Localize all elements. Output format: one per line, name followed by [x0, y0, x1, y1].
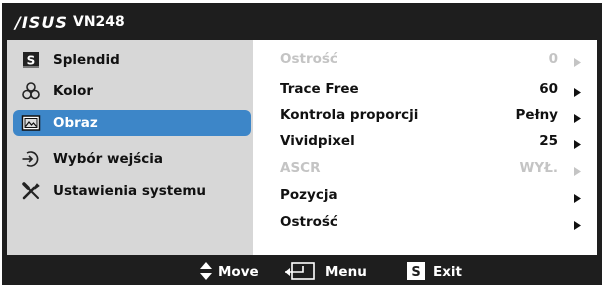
menu-label: Menu [325, 264, 367, 280]
sidebar-item-label: Obraz [53, 115, 98, 131]
color-circles-icon [21, 81, 41, 101]
chevron-right-icon [574, 55, 581, 71]
settings-list: Ostrość 0 Trace Free 60 Kontrola proporc… [255, 40, 597, 255]
exit-label: Exit [433, 264, 463, 280]
sidebar-item-kolor[interactable]: Kolor [7, 78, 253, 104]
brand-logo: /ISUS [15, 13, 68, 32]
sidebar-item-label: Kolor [53, 83, 94, 99]
sidebar: S Splendid Kolor Obraz Wybór wejścia Ust… [7, 40, 253, 255]
setting-name: Vividpixel [280, 133, 355, 149]
s-box-icon: S [407, 262, 425, 284]
chevron-right-icon [574, 137, 581, 153]
chevron-right-icon [574, 191, 581, 207]
sidebar-item-obraz[interactable]: Obraz [13, 110, 251, 136]
menu-panel: S Splendid Kolor Obraz Wybór wejścia Ust… [7, 40, 597, 255]
input-icon [21, 149, 41, 169]
svg-text:S: S [411, 265, 420, 280]
setting-name: Kontrola proporcji [280, 107, 419, 123]
setting-value: 60 [539, 81, 558, 97]
sidebar-item-ustawienia-systemu[interactable]: Ustawienia systemu [7, 178, 253, 204]
chevron-right-icon [574, 164, 581, 180]
svg-text:S: S [27, 54, 36, 68]
picture-icon [21, 113, 41, 133]
sidebar-item-splendid[interactable]: S Splendid [7, 47, 253, 73]
chevron-right-icon [574, 85, 581, 101]
up-down-arrows-icon [200, 262, 212, 284]
chevron-right-icon [574, 218, 581, 234]
setting-value: 0 [548, 51, 558, 67]
move-label: Move [218, 264, 259, 280]
setting-row-kontrola-proporcji[interactable]: Kontrola proporcji Pełny [255, 103, 597, 127]
osd-header: /ISUS VN248 [2, 3, 602, 40]
setting-name: Ostrość [280, 214, 338, 230]
setting-value: Pełny [515, 107, 558, 123]
setting-row-ostrosc-top: Ostrość 0 [255, 47, 597, 71]
sidebar-item-label: Ustawienia systemu [53, 183, 207, 199]
setting-name: Trace Free [280, 81, 359, 97]
setting-name: ASCR [280, 160, 321, 176]
setting-row-ostrosc[interactable]: Ostrość [255, 210, 597, 234]
tools-icon [21, 181, 41, 201]
setting-value: WYŁ. [519, 160, 558, 176]
setting-row-ascr: ASCR WYŁ. [255, 156, 597, 180]
setting-row-trace-free[interactable]: Trace Free 60 [255, 77, 597, 101]
sidebar-item-label: Wybór wejścia [53, 151, 164, 167]
osd-footer: Move Menu S Exit [2, 255, 602, 285]
setting-name: Pozycja [280, 187, 338, 203]
sidebar-item-label: Splendid [53, 52, 120, 68]
setting-name: Ostrość [280, 51, 338, 67]
enter-icon [285, 262, 315, 284]
sidebar-item-wybor-wejscia[interactable]: Wybór wejścia [7, 146, 253, 172]
chevron-right-icon [574, 111, 581, 127]
setting-row-pozycja[interactable]: Pozycja [255, 183, 597, 207]
setting-row-vividpixel[interactable]: Vividpixel 25 [255, 129, 597, 153]
osd-menu: /ISUS VN248 S Splendid Kolor Obraz Wybór… [2, 3, 602, 285]
model-name: VN248 [73, 14, 125, 30]
s-box-icon: S [21, 50, 41, 70]
setting-value: 25 [539, 133, 558, 149]
